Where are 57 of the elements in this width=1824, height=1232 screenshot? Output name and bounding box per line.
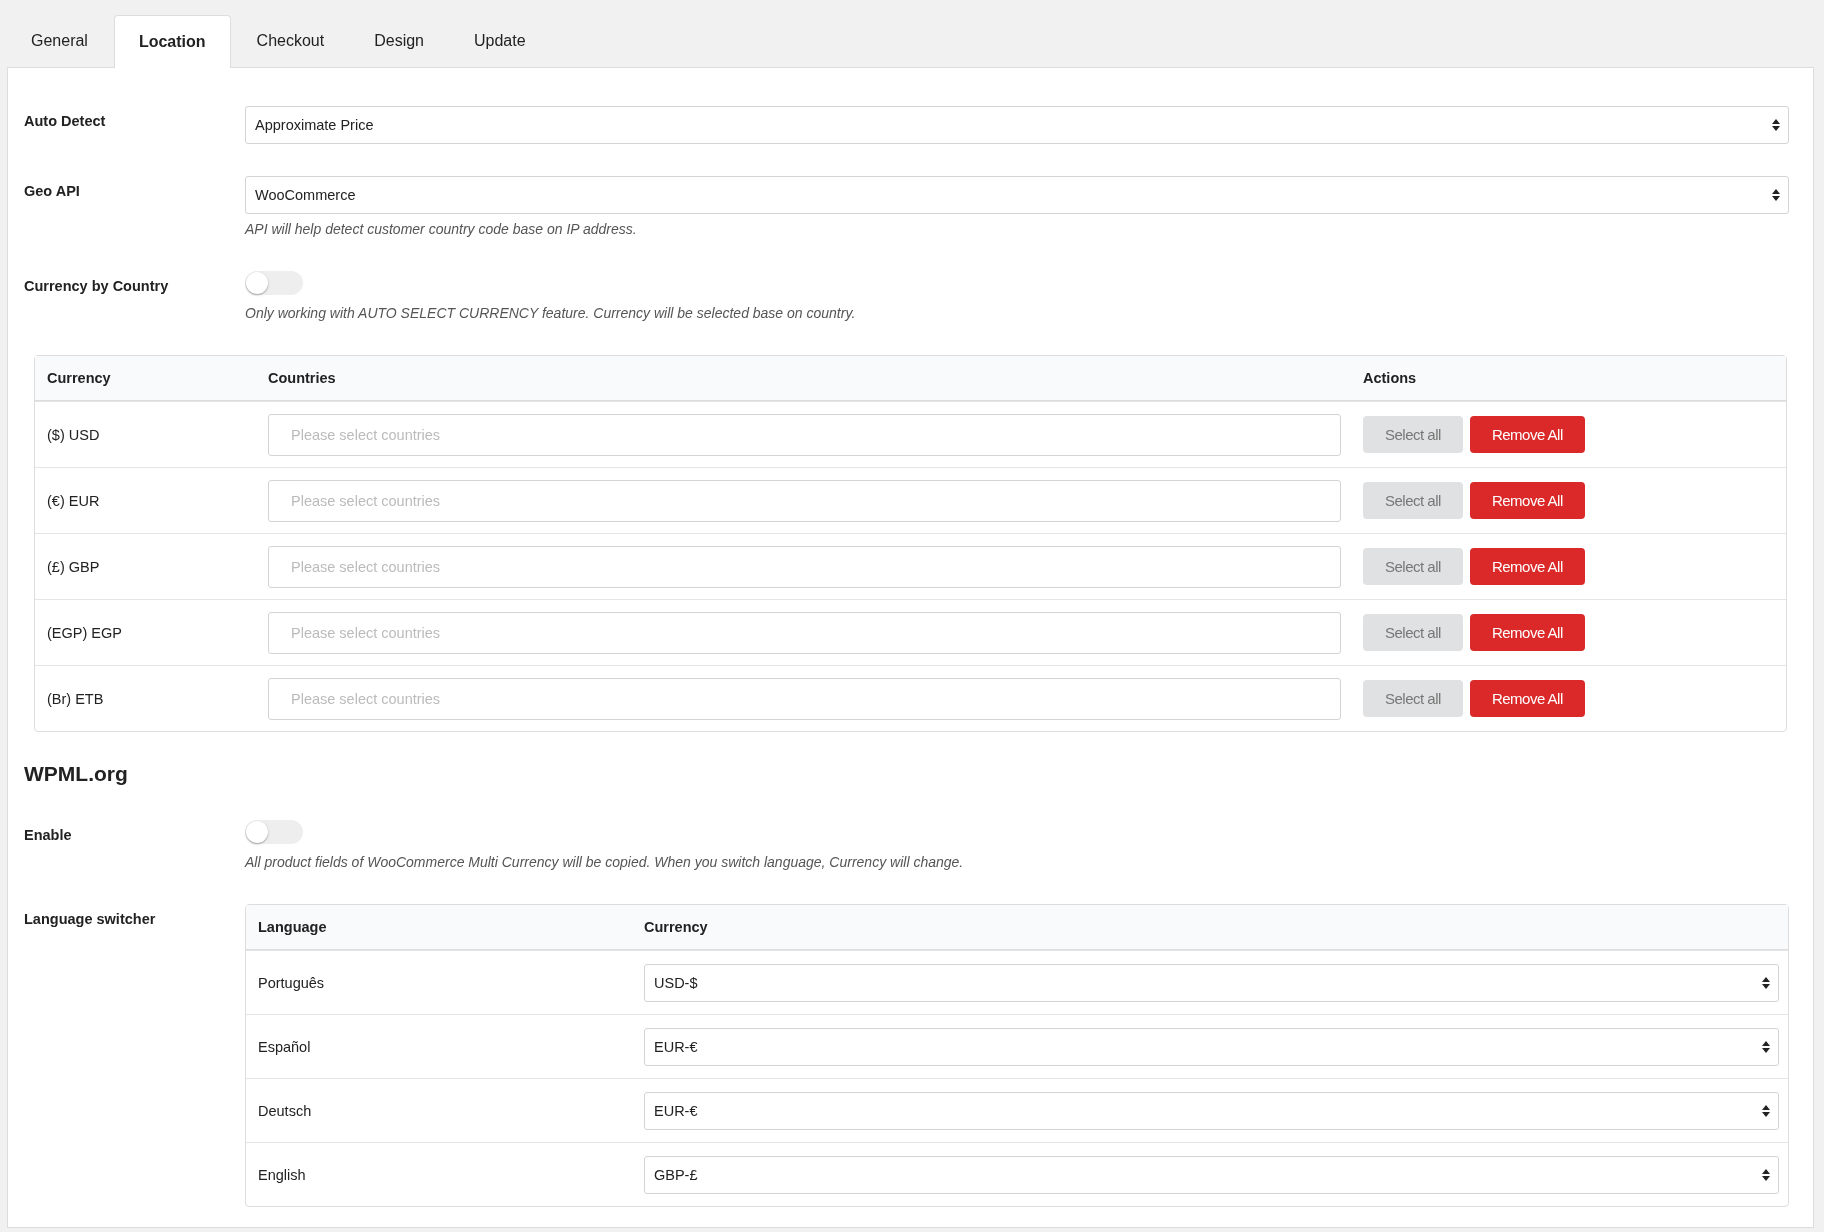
countries-field[interactable]: Please select countries: [268, 611, 1341, 654]
help-text: Only working with AUTO SELECT CURRENCY feature. Currency will be selected base on country.: [245, 305, 857, 321]
currency-dropdown[interactable]: EUR-€: [644, 1091, 1779, 1130]
table-cell-text: (Br) ETB: [47, 690, 105, 707]
countries-field[interactable]: Please select countries: [268, 677, 1341, 720]
field-label: Auto Detect: [24, 112, 107, 131]
remove-all-button[interactable]: Remove All: [1469, 548, 1585, 585]
countries-field[interactable]: Please select countries: [268, 545, 1341, 588]
table-cell-text: ($) USD: [47, 426, 101, 443]
column-header: Currency: [644, 919, 709, 935]
field-label: Language switcher: [24, 910, 157, 929]
updown-arrow-icon: [1762, 976, 1770, 989]
column-header: Currency: [47, 370, 112, 386]
column-header: Actions: [1363, 370, 1418, 386]
updown-arrow-icon: [1772, 189, 1780, 201]
table-cell-text: (€) EUR: [47, 492, 101, 509]
table-cell-text: English: [258, 1166, 307, 1183]
remove-all-button[interactable]: Remove All: [1469, 680, 1585, 717]
field-label: Enable: [24, 826, 73, 845]
currency-dropdown[interactable]: GBP-£: [644, 1155, 1779, 1194]
field-label: Geo API: [24, 182, 81, 201]
updown-arrow-icon: [1762, 1040, 1770, 1053]
table-cell-text: (£) GBP: [47, 558, 101, 575]
updown-arrow-icon: [1772, 119, 1780, 131]
field-label: Currency by Country: [24, 277, 170, 296]
select-all-button[interactable]: Select all: [1363, 416, 1463, 453]
table-cell-text: Deutsch: [258, 1102, 313, 1119]
tab[interactable]: Design: [350, 14, 448, 67]
select-all-button[interactable]: Select all: [1363, 614, 1463, 651]
tab[interactable]: General: [7, 14, 112, 67]
tab[interactable]: Update: [450, 14, 550, 67]
table-cell-text: Português: [258, 974, 326, 991]
help-text: API will help detect customer country code base on IP address.: [245, 221, 638, 237]
select-all-button[interactable]: Select all: [1363, 680, 1463, 717]
dropdown-field[interactable]: Approximate Price: [245, 106, 1789, 144]
table-cell-text: (EGP) EGP: [47, 624, 123, 641]
updown-arrow-icon: [1762, 1104, 1770, 1117]
column-header: Language: [258, 919, 328, 935]
tab[interactable]: Location: [113, 15, 231, 68]
tab[interactable]: Checkout: [232, 14, 349, 67]
select-all-button[interactable]: Select all: [1363, 548, 1463, 585]
toggle-switch[interactable]: [245, 820, 303, 844]
dropdown-field[interactable]: WooCommerce: [245, 176, 1789, 214]
currency-dropdown[interactable]: EUR-€: [644, 1027, 1779, 1066]
remove-all-button[interactable]: Remove All: [1469, 482, 1585, 519]
help-text: All product fields of WooCommerce Multi Currency will be copied. When you switch language, Currency will change.: [245, 854, 965, 870]
section-heading: WPML.org: [24, 762, 129, 786]
currency-dropdown[interactable]: USD-$: [644, 963, 1779, 1002]
toggle-switch[interactable]: [245, 271, 303, 295]
select-all-button[interactable]: Select all: [1363, 482, 1463, 519]
updown-arrow-icon: [1762, 1168, 1770, 1181]
table-cell-text: Español: [258, 1038, 312, 1055]
countries-field[interactable]: Please select countries: [268, 479, 1341, 522]
remove-all-button[interactable]: Remove All: [1469, 614, 1585, 651]
column-header: Countries: [268, 370, 337, 386]
countries-field[interactable]: Please select countries: [268, 413, 1341, 456]
remove-all-button[interactable]: Remove All: [1469, 416, 1585, 453]
